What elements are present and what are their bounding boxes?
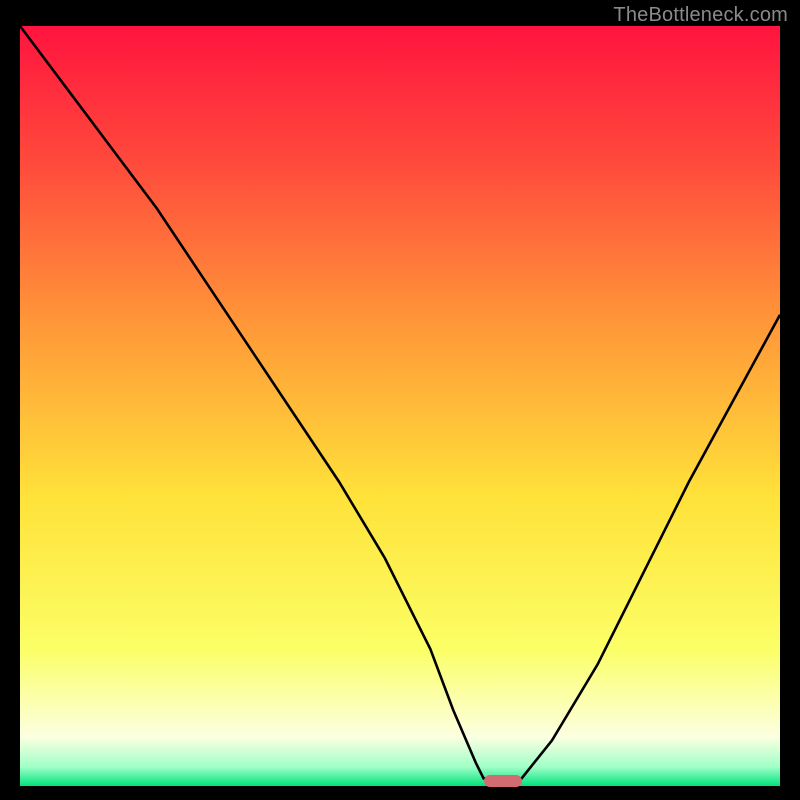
gradient-plot: [20, 26, 780, 786]
optimal-marker: [484, 775, 522, 787]
plot-area: [20, 26, 780, 786]
chart-frame: TheBottleneck.com: [0, 0, 800, 800]
watermark-text: TheBottleneck.com: [613, 4, 788, 27]
gradient-background: [20, 26, 780, 786]
